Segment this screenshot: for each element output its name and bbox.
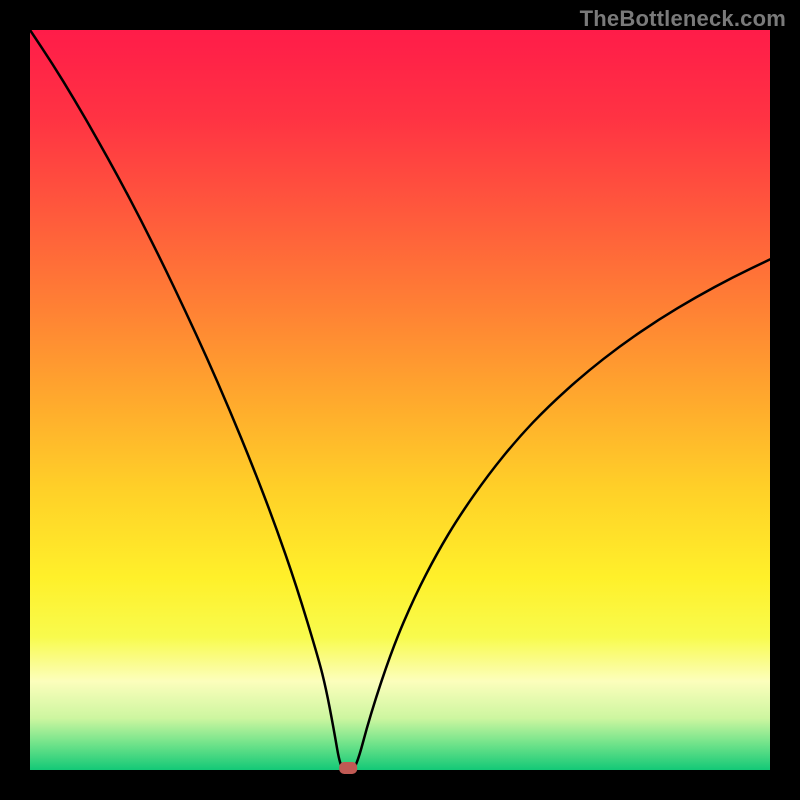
watermark-text: TheBottleneck.com (580, 6, 786, 32)
chart-stage: TheBottleneck.com (0, 0, 800, 800)
plot-background (30, 30, 770, 770)
target-marker (339, 762, 357, 774)
bottleneck-chart (0, 0, 800, 800)
